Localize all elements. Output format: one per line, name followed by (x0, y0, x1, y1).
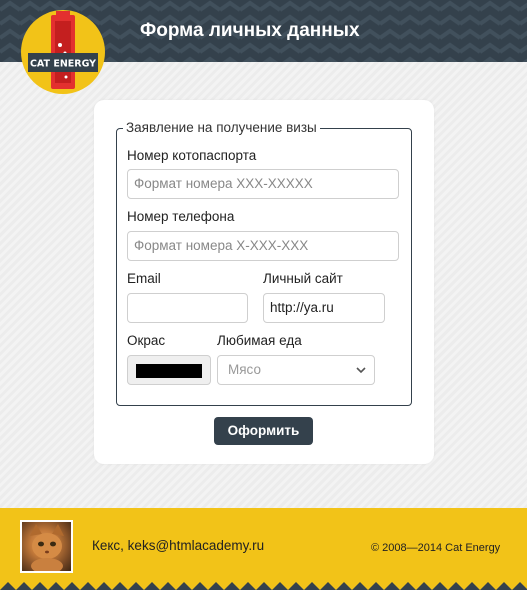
footer-zigzag (0, 576, 527, 590)
page-title: Форма личных данных (140, 20, 360, 41)
food-label: Любимая еда (217, 333, 302, 348)
cat-photo-icon (30, 524, 64, 571)
passport-placeholder: Формат номера XXX-XXXXX (134, 176, 313, 191)
site-label: Личный сайт (263, 271, 343, 286)
email-label: Email (127, 271, 161, 286)
food-select[interactable]: Мясо (217, 355, 375, 385)
passport-label: Номер котопаспорта (127, 148, 257, 163)
user-avatar[interactable] (20, 520, 73, 573)
color-picker[interactable] (127, 355, 211, 385)
phone-input[interactable]: Формат номера X-XXX-XXX (127, 231, 399, 261)
food-selected: Мясо (228, 362, 261, 377)
site-value: http://ya.ru (270, 300, 334, 315)
visa-form-card: Заявление на получение визы Номер котопа… (94, 100, 434, 464)
color-swatch (136, 364, 202, 378)
page-footer: Кекс, keks@htmlacademy.ru © 2008—2014 Ca… (0, 508, 527, 590)
phone-placeholder: Формат номера X-XXX-XXX (134, 238, 309, 253)
submit-button[interactable]: Оформить (214, 417, 313, 445)
passport-input[interactable]: Формат номера XXX-XXXXX (127, 169, 399, 199)
copyright: © 2008—2014 Cat Energy (371, 542, 501, 554)
phone-label: Номер телефона (127, 209, 235, 224)
site-input[interactable]: http://ya.ru (263, 293, 385, 323)
email-input[interactable] (127, 293, 248, 323)
footer-user-info: Кекс, keks@htmlacademy.ru (92, 538, 265, 553)
chevron-down-icon (356, 367, 366, 374)
cat-energy-logo[interactable]: CAT ENERGY (20, 9, 106, 95)
fieldset-legend: Заявление на получение визы (123, 120, 320, 136)
color-label: Окрас (127, 333, 166, 348)
logo-text: CAT ENERGY (30, 59, 96, 70)
visa-fieldset: Заявление на получение визы Номер котопа… (116, 120, 412, 406)
